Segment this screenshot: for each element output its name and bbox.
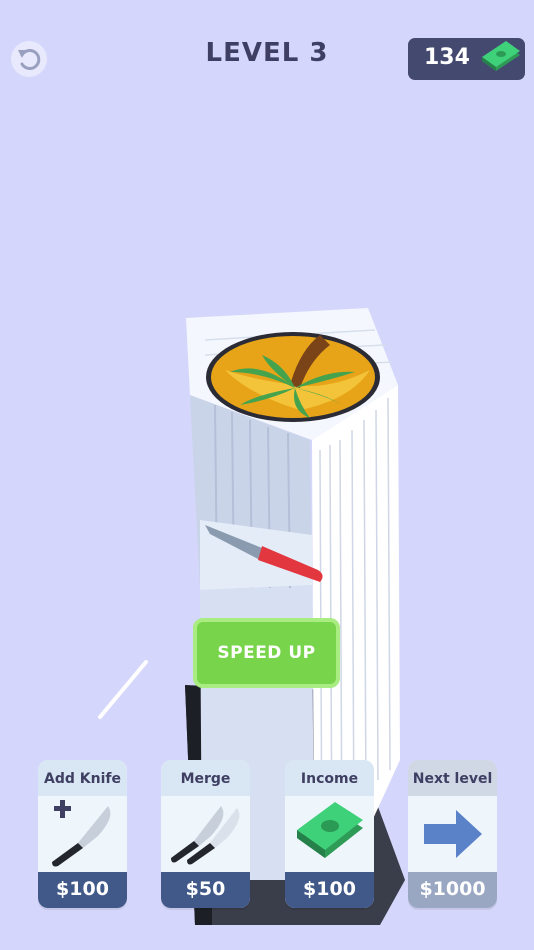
next-level-label: Next level xyxy=(408,760,497,796)
add-knife-price: $100 xyxy=(38,872,127,908)
next-level-card[interactable]: Next level $1000 xyxy=(408,760,497,908)
thrown-knife xyxy=(98,660,148,719)
add-knife-label: Add Knife xyxy=(38,760,127,796)
money-value: 134 xyxy=(424,45,470,70)
cash-stack-icon xyxy=(482,41,520,71)
add-knife-icon xyxy=(52,800,111,867)
add-knife-card[interactable]: Add Knife $100 xyxy=(38,760,127,908)
merge-label: Merge xyxy=(161,760,250,796)
cash-stack-icon xyxy=(297,802,363,858)
arrow-right-icon xyxy=(424,810,482,858)
income-price: $100 xyxy=(285,872,374,908)
next-level-price: $1000 xyxy=(408,872,497,908)
income-card[interactable]: Income $100 xyxy=(285,760,374,908)
merge-knives-icon xyxy=(171,806,240,865)
income-label: Income xyxy=(285,760,374,796)
merge-price: $50 xyxy=(161,872,250,908)
money-counter: 134 xyxy=(408,38,525,80)
speed-up-button[interactable]: SPEED UP xyxy=(193,618,340,688)
merge-card[interactable]: Merge $50 xyxy=(161,760,250,908)
